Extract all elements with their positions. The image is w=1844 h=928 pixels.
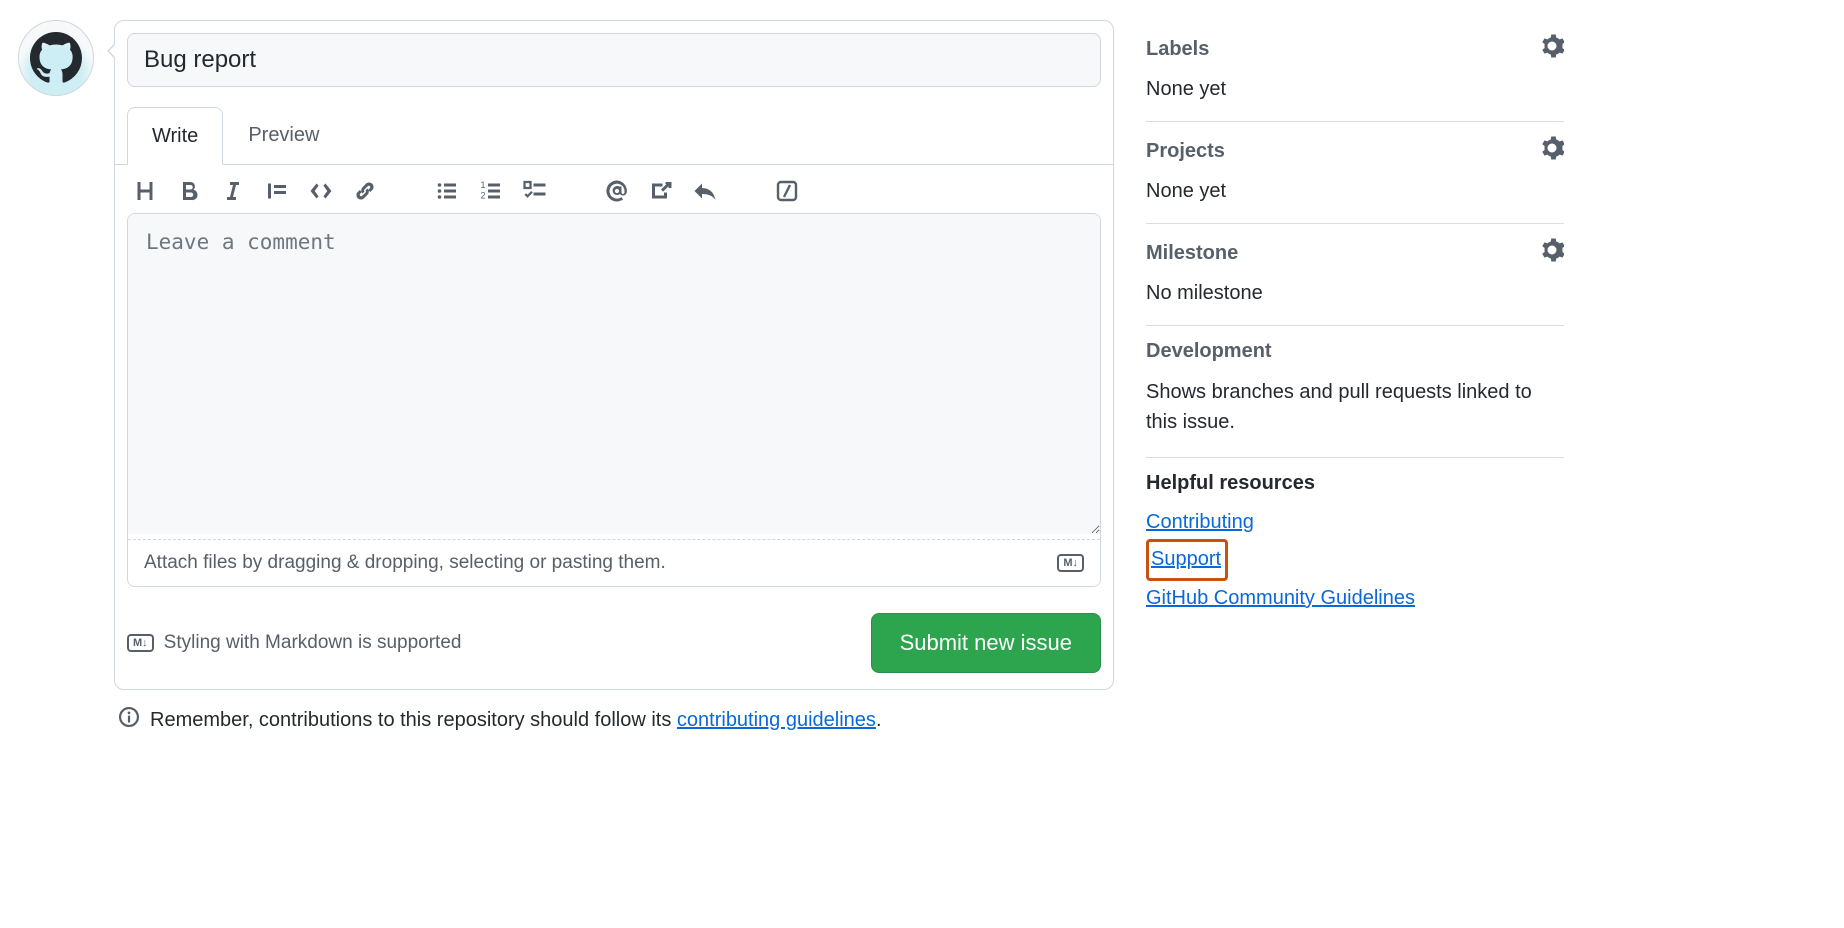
comment-textarea[interactable] — [128, 214, 1100, 534]
reminder-prefix: Remember, contributions to this reposito… — [150, 709, 677, 731]
link-icon[interactable] — [353, 179, 377, 203]
issue-sidebar: Labels None yet Projects None yet Milest… — [1146, 20, 1564, 635]
gear-icon[interactable] — [1540, 136, 1564, 166]
contributing-link[interactable]: Contributing — [1146, 505, 1564, 539]
new-issue-card: Write Preview 12 — [114, 20, 1114, 690]
projects-header: Projects — [1146, 140, 1225, 163]
helpful-resources-header: Helpful resources — [1146, 472, 1315, 495]
gear-icon[interactable] — [1540, 238, 1564, 268]
markdown-icon[interactable]: M↓ — [1057, 554, 1084, 572]
markdown-toolbar: 12 — [115, 165, 1113, 213]
svg-text:1: 1 — [481, 180, 486, 190]
mention-icon[interactable] — [605, 179, 629, 203]
comment-tabs: Write Preview — [115, 107, 1113, 165]
contributing-guidelines-link[interactable]: contributing guidelines — [677, 709, 876, 731]
markdown-support-link[interactable]: M↓ Styling with Markdown is supported — [127, 632, 461, 654]
milestone-header: Milestone — [1146, 242, 1238, 265]
slash-commands-icon[interactable] — [775, 179, 799, 203]
italic-icon[interactable] — [221, 179, 245, 203]
unordered-list-icon[interactable] — [435, 179, 459, 203]
svg-text:2: 2 — [481, 191, 486, 201]
labels-value: None yet — [1146, 78, 1564, 101]
support-link[interactable]: Support — [1151, 548, 1221, 570]
octocat-icon — [30, 32, 82, 84]
markdown-icon: M↓ — [127, 634, 154, 652]
projects-value: None yet — [1146, 180, 1564, 203]
gear-icon[interactable] — [1540, 34, 1564, 64]
attach-hint-text: Attach files by dragging & dropping, sel… — [144, 552, 666, 574]
code-icon[interactable] — [309, 179, 333, 203]
attach-files-hint[interactable]: Attach files by dragging & dropping, sel… — [128, 539, 1100, 586]
info-icon — [118, 706, 140, 734]
tab-preview[interactable]: Preview — [223, 107, 344, 164]
milestone-value: No milestone — [1146, 282, 1564, 305]
reminder-suffix: . — [876, 709, 882, 731]
reply-icon[interactable] — [693, 179, 717, 203]
ordered-list-icon[interactable]: 12 — [479, 179, 503, 203]
development-header: Development — [1146, 340, 1272, 363]
contributing-reminder: Remember, contributions to this reposito… — [114, 690, 1114, 734]
submit-new-issue-button[interactable]: Submit new issue — [871, 613, 1101, 673]
avatar[interactable] — [18, 20, 94, 96]
tab-write[interactable]: Write — [127, 107, 223, 165]
heading-icon[interactable] — [133, 179, 157, 203]
community-guidelines-link[interactable]: GitHub Community Guidelines — [1146, 581, 1564, 615]
development-value: Shows branches and pull requests linked … — [1146, 377, 1564, 437]
issue-title-input[interactable] — [127, 33, 1101, 87]
tasklist-icon[interactable] — [523, 179, 547, 203]
markdown-support-text: Styling with Markdown is supported — [164, 632, 462, 654]
blockquote-icon[interactable] — [265, 179, 289, 203]
bold-icon[interactable] — [177, 179, 201, 203]
labels-header: Labels — [1146, 38, 1209, 61]
cross-reference-icon[interactable] — [649, 179, 673, 203]
